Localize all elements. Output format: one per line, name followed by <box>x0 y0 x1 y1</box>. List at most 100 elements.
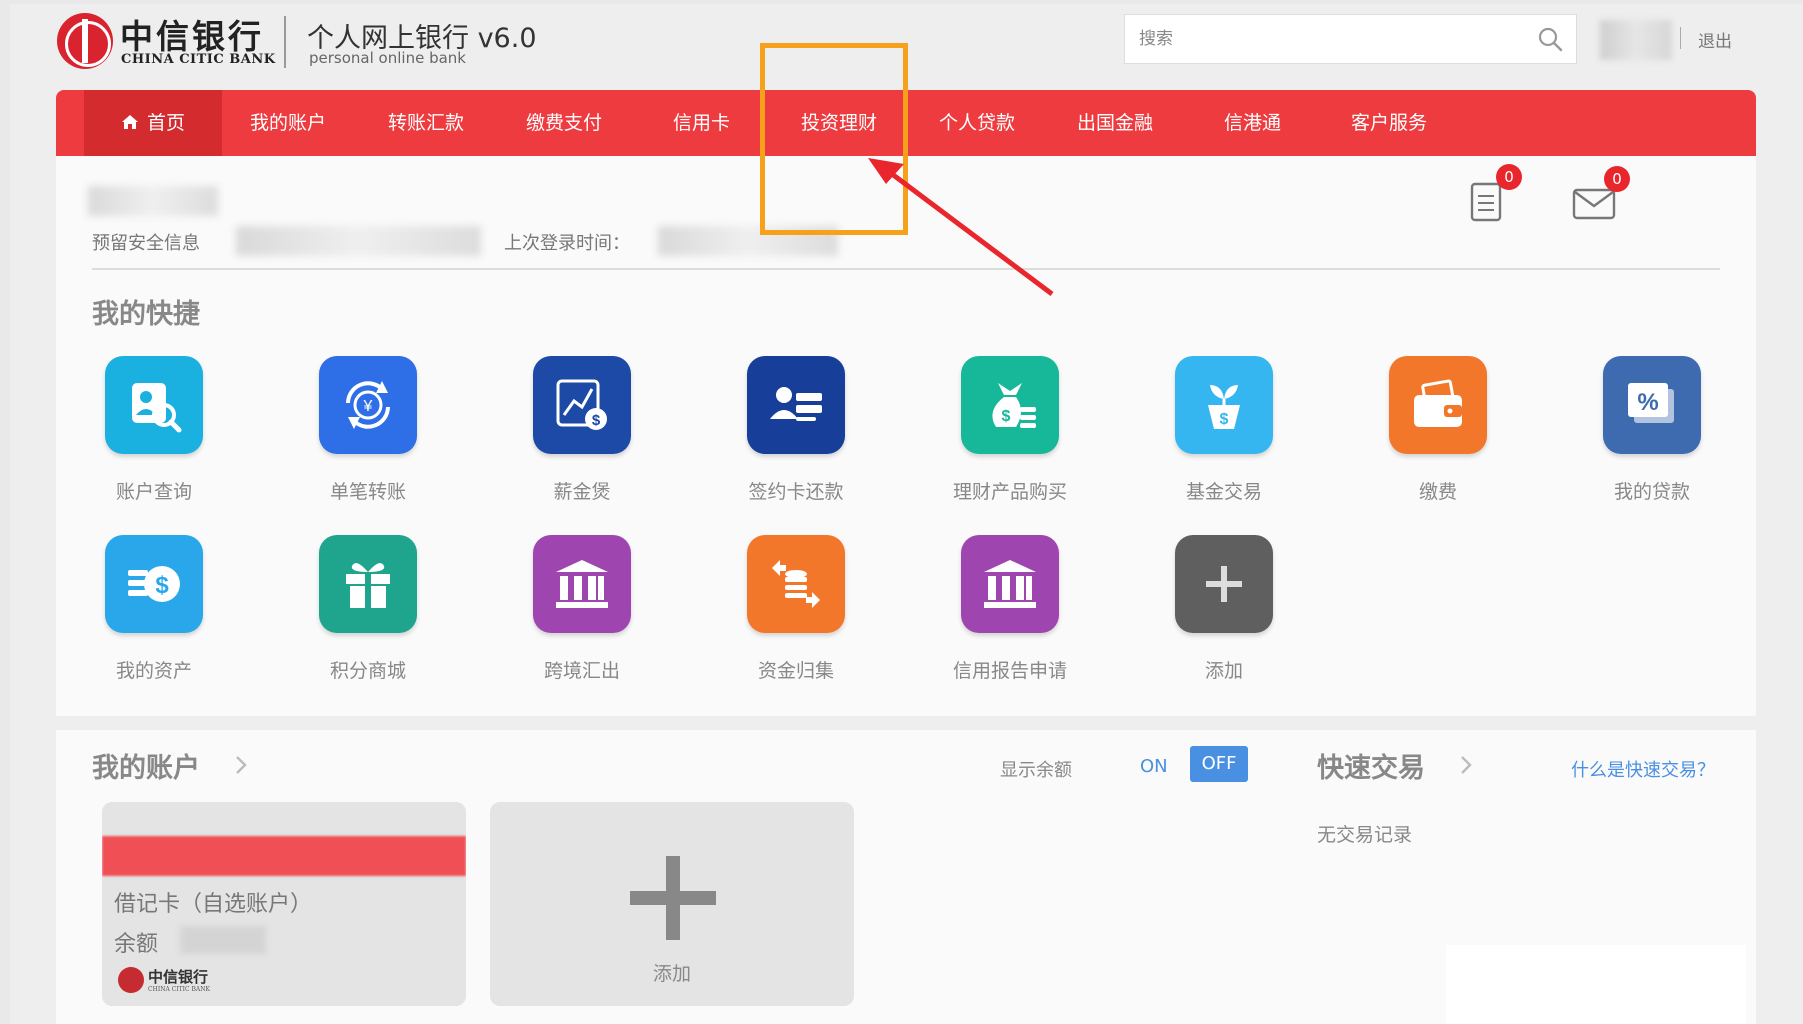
nav-item-transfer[interactable]: 转账汇款 <box>388 90 464 156</box>
gift-icon <box>319 535 417 633</box>
shortcut-salary-bao[interactable]: $ 薪金煲 <box>502 356 662 504</box>
account-search-icon <box>105 356 203 454</box>
assets-icon: $ <box>105 535 203 633</box>
nav-item-credit-card[interactable]: 信用卡 <box>673 90 730 156</box>
nav-item-payment[interactable]: 缴费支付 <box>526 90 602 156</box>
greeting-redacted <box>88 186 218 216</box>
fund-plant-icon: $ <box>1175 356 1273 454</box>
shortcut-fund-collection[interactable]: 资金归集 <box>716 535 876 683</box>
shortcut-label: 添加 <box>1204 660 1243 682</box>
pointer-arrow-icon <box>868 158 1054 296</box>
shortcut-label: 缴费 <box>1418 481 1457 503</box>
shortcut-my-loan[interactable]: % 我的贷款 <box>1572 356 1732 504</box>
bank-building-icon <box>533 535 631 633</box>
plus-icon-bar <box>630 891 716 905</box>
card-repay-icon <box>747 356 845 454</box>
card-type: 借记卡（自选账户） <box>114 892 313 917</box>
chevron-right-icon[interactable] <box>234 754 248 776</box>
transfer-icon: ¥ <box>319 356 417 454</box>
nav-item-my-account[interactable]: 我的账户 <box>250 90 326 156</box>
shortcut-cross-border[interactable]: 跨境汇出 <box>502 535 662 683</box>
balance-label: 余额 <box>114 932 159 957</box>
mail-badge: 0 <box>1604 166 1630 192</box>
shortcut-label: 理财产品购买 <box>952 481 1067 503</box>
home-icon <box>121 115 138 129</box>
card-bank-name: 中信银行 <box>148 968 209 986</box>
user-name-redacted <box>1600 20 1672 60</box>
balance-redacted <box>180 926 266 954</box>
shortcut-label: 账户查询 <box>115 481 192 503</box>
app-subtitle: personal online bank <box>309 49 466 67</box>
debit-card[interactable]: 借记卡（自选账户） 余额 中信银行 CHINA CITIC BANK <box>102 802 466 1006</box>
shortcut-account-query[interactable]: 账户查询 <box>74 356 234 504</box>
nav-item-customer-service[interactable]: 客户服务 <box>1351 90 1427 156</box>
shortcut-fund-trade[interactable]: $ 基金交易 <box>1144 356 1304 504</box>
bank-building-icon <box>961 535 1059 633</box>
nav-item-home[interactable]: 首页 <box>84 90 222 156</box>
logo-divider <box>284 16 286 68</box>
shortcut-add[interactable]: 添加 <box>1144 535 1304 683</box>
shortcut-label: 资金归集 <box>757 660 834 682</box>
nav-item-overseas-finance[interactable]: 出国金融 <box>1077 90 1153 156</box>
svg-text:$: $ <box>155 572 169 599</box>
balance-toggle-on[interactable]: ON <box>1140 756 1168 777</box>
nav-item-xingangtong[interactable]: 信港通 <box>1224 90 1281 156</box>
document-list-icon[interactable] <box>1470 182 1502 222</box>
shortcut-label: 单笔转账 <box>329 481 406 503</box>
card-bank-name-en: CHINA CITIC BANK <box>148 986 210 993</box>
no-record-text: 无交易记录 <box>1317 824 1413 846</box>
svg-text:$: $ <box>592 412 601 429</box>
quick-trade-help-link[interactable]: 什么是快速交易？ <box>1571 756 1715 782</box>
card-number-redacted <box>102 836 466 876</box>
mail-icon[interactable] <box>1572 186 1616 220</box>
shortcut-my-assets[interactable]: $ 我的资产 <box>74 535 234 683</box>
search-icon[interactable] <box>1537 26 1563 52</box>
coins-collect-icon <box>747 535 845 633</box>
quick-trade-title[interactable]: 快速交易 <box>1317 746 1425 785</box>
plus-icon <box>1175 535 1273 633</box>
shortcut-label: 我的资产 <box>115 660 192 682</box>
logout-link[interactable]: 退出 <box>1698 27 1732 52</box>
shortcut-wealth-product[interactable]: $ 理财产品购买 <box>930 356 1090 504</box>
salary-chart-icon: $ <box>533 356 631 454</box>
shortcut-label: 签约卡还款 <box>748 481 844 503</box>
my-accounts-panel: 我的账户 显示余额 ON OFF 借记卡（自选账户） 余额 中信银行 CHINA… <box>56 730 1304 1024</box>
shortcuts-title: 我的快捷 <box>92 299 200 330</box>
shortcut-label: 积分商城 <box>329 660 406 682</box>
citic-logo-icon <box>118 967 144 993</box>
add-account-label: 添加 <box>652 963 691 985</box>
shortcut-label: 基金交易 <box>1185 481 1262 503</box>
svg-text:¥: ¥ <box>363 398 373 415</box>
wallet-icon <box>1389 356 1487 454</box>
svg-text:%: % <box>1637 389 1658 416</box>
accounts-title[interactable]: 我的账户 <box>92 746 200 785</box>
shortcut-label: 信用报告申请 <box>952 660 1067 682</box>
safe-info-label: 预留安全信息 <box>92 233 200 254</box>
svg-text:$: $ <box>1220 411 1229 428</box>
white-overlay <box>1446 945 1746 1024</box>
nav-label-home: 首页 <box>146 112 185 134</box>
nav-item-personal-loan[interactable]: 个人贷款 <box>939 90 1015 156</box>
bank-name-cn: 中信银行 <box>120 17 264 56</box>
shortcut-credit-report[interactable]: 信用报告申请 <box>930 535 1090 683</box>
chevron-right-icon[interactable] <box>1459 754 1473 776</box>
add-account-card[interactable]: 添加 <box>490 802 854 1006</box>
shortcut-payment[interactable]: 缴费 <box>1358 356 1518 504</box>
shortcut-points-mall[interactable]: 积分商城 <box>288 535 448 683</box>
shortcut-label: 跨境汇出 <box>543 660 620 682</box>
svg-text:$: $ <box>1002 408 1011 425</box>
show-balance-label: 显示余额 <box>1000 760 1072 781</box>
search-box <box>1124 14 1577 64</box>
shortcut-card-repay[interactable]: 签约卡还款 <box>716 356 876 504</box>
shortcut-label: 薪金煲 <box>553 481 611 503</box>
shortcut-label: 我的贷款 <box>1613 481 1690 503</box>
money-bag-icon: $ <box>961 356 1059 454</box>
shortcut-single-transfer[interactable]: ¥ 单笔转账 <box>288 356 448 504</box>
search-input[interactable] <box>1139 25 1519 53</box>
safe-info-redacted <box>236 226 481 256</box>
doc-badge: 0 <box>1496 164 1522 190</box>
balance-toggle-off[interactable]: OFF <box>1190 746 1248 782</box>
citic-logo-icon <box>57 13 113 69</box>
last-login-label: 上次登录时间： <box>504 233 630 254</box>
bank-name-en: CHINA CITIC BANK <box>121 52 276 67</box>
